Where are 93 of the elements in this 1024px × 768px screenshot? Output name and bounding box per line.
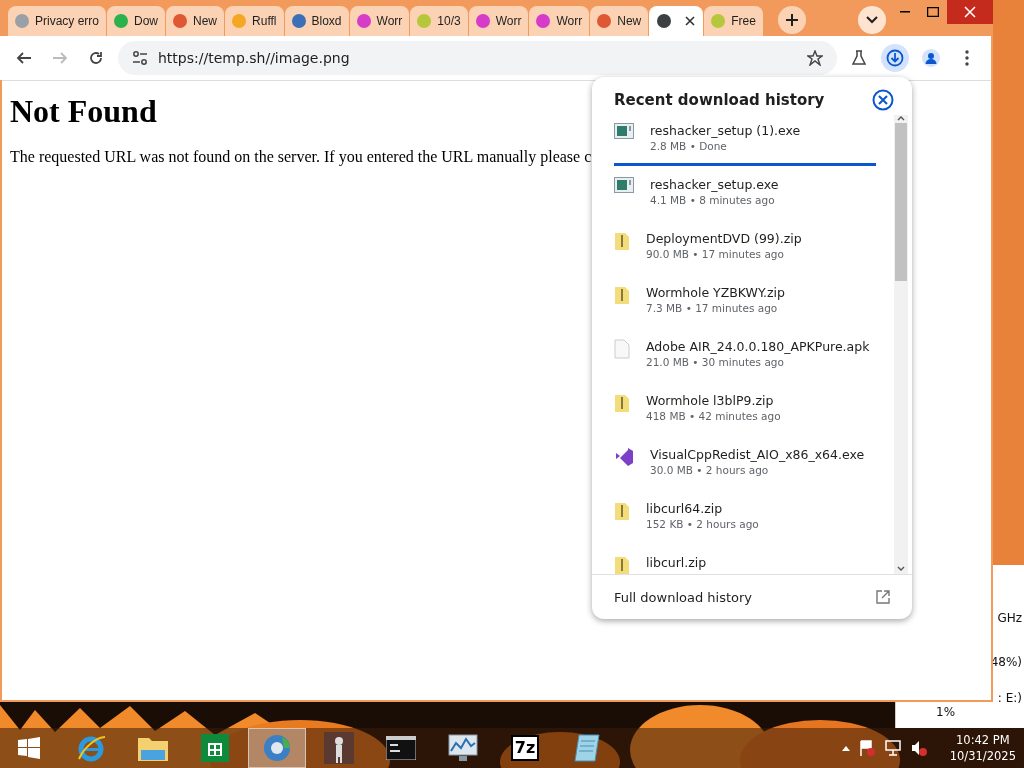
file-details: 21.0 MB • 30 minutes ago <box>646 356 785 368</box>
reload-icon <box>88 50 104 66</box>
file-name: libcurl64.zip <box>646 501 724 516</box>
file-name: reshacker_setup.exe <box>650 177 779 192</box>
maximize-icon <box>927 7 939 17</box>
zipped-folder-icon <box>614 393 630 413</box>
file-details: 418 MB • 42 minutes ago <box>646 410 781 422</box>
site-settings-icon[interactable] <box>132 51 148 65</box>
star-icon[interactable] <box>807 50 823 66</box>
download-item[interactable]: Adobe AIR_24.0.0.180_APKPure.apk 21.0 MB • 30 minutes ago <box>614 335 894 389</box>
text: 48%) <box>990 655 1023 669</box>
browser-tab[interactable] <box>649 6 704 36</box>
browser-tab[interactable]: Worr <box>529 6 590 36</box>
file-name: Adobe AIR_24.0.0.180_APKPure.apk <box>646 339 870 354</box>
browser-tab[interactable]: New <box>166 6 225 36</box>
network-icon[interactable] <box>883 739 902 757</box>
flask-icon <box>851 50 867 66</box>
browser-tab[interactable]: Privacy erro <box>8 6 106 36</box>
minimize-icon <box>900 11 910 13</box>
text: : E:) <box>997 691 1023 705</box>
download-button[interactable] <box>881 44 909 72</box>
browser-tab[interactable]: Dow <box>107 6 166 36</box>
close-icon <box>964 6 976 18</box>
download-item[interactable]: Wormhole l3blP9.zip 418 MB • 42 minutes ago <box>614 389 894 443</box>
file-details: 152 KB • 2 hours ago <box>646 518 759 530</box>
text: GHz <box>997 611 1023 625</box>
close-icon[interactable] <box>872 89 894 111</box>
url-text: https://temp.sh//image.png <box>158 50 351 66</box>
caret-up-icon[interactable] <box>841 745 850 751</box>
clock[interactable]: 10:42 PM 10/31/2025 <box>949 732 1016 764</box>
zipped-folder-icon <box>614 501 630 521</box>
download-item[interactable]: DeploymentDVD (99).zip 90.0 MB • 17 minutes ago <box>614 227 894 281</box>
browser-tab[interactable]: Free <box>704 6 763 36</box>
text: 1% <box>936 705 957 719</box>
figure-image-icon <box>324 732 354 764</box>
chart-monitor-icon <box>447 733 479 763</box>
zipped-folder-icon <box>614 555 630 574</box>
flag-error-icon[interactable] <box>857 739 876 757</box>
menu-icon <box>965 50 969 66</box>
browser-tab[interactable]: New <box>590 6 649 36</box>
chevron-down-icon <box>865 16 878 24</box>
tab-search-button[interactable] <box>857 6 886 34</box>
browser-tab[interactable]: Bloxd <box>284 6 349 36</box>
file-details: 2.8 MB • Done <box>650 140 728 152</box>
file-name: libcurl.zip <box>646 555 707 570</box>
browser-tab[interactable]: Worr <box>349 6 410 36</box>
file-details: 4.1 MB • 8 minutes ago <box>650 194 776 206</box>
shopping-bag-icon <box>201 734 229 762</box>
person-icon <box>922 49 940 67</box>
download-icon <box>886 49 904 67</box>
file-name: Wormhole YZBKWY.zip <box>646 285 785 300</box>
file-details: 7.3 MB • 17 minutes ago <box>646 302 779 314</box>
panel-title: Recent download history <box>614 91 825 109</box>
file-name: Wormhole l3blP9.zip <box>646 393 775 408</box>
close-icon[interactable] <box>685 16 696 26</box>
browser-tab[interactable]: Worr <box>468 6 529 36</box>
back-arrow-icon <box>16 50 32 66</box>
terminal-icon <box>386 736 416 760</box>
download-item[interactable]: reshacker_setup.exe 4.1 MB • 8 minutes ago <box>614 173 894 227</box>
seven-zip-logo: 7z <box>510 735 540 761</box>
full-history-link[interactable]: Full download history <box>592 574 912 619</box>
browser-e-icon <box>76 733 106 763</box>
download-item[interactable]: libcurl.zip <box>614 551 894 574</box>
scroll-thumb[interactable] <box>895 123 907 281</box>
volume-muted-icon[interactable] <box>909 739 928 757</box>
download-item[interactable]: Wormhole YZBKWY.zip 7.3 MB • 17 minutes ago <box>614 281 894 335</box>
program-window-icon <box>614 123 634 139</box>
zipped-folder-icon <box>614 285 630 305</box>
file-name: reshacker_setup (1).exe <box>650 123 801 138</box>
open-external-icon <box>876 590 890 604</box>
blank-file-icon <box>614 339 630 359</box>
windows-logo-icon <box>18 737 40 759</box>
file-name: VisualCppRedist_AIO_x86_x64.exe <box>650 447 865 462</box>
file-details: 90.0 MB • 17 minutes ago <box>646 248 785 260</box>
forward-arrow-icon <box>52 50 68 66</box>
new-tab-button[interactable] <box>777 6 806 34</box>
plus-icon <box>784 13 799 27</box>
globe-app-icon <box>262 733 292 763</box>
download-item[interactable]: libcurl64.zip 152 KB • 2 hours ago <box>614 497 894 551</box>
browser-tab[interactable]: Ruffl <box>225 6 284 36</box>
page-heading: Not Found <box>10 93 157 130</box>
zipped-folder-icon <box>614 231 630 251</box>
download-item[interactable]: VisualCppRedist_AIO_x86_x64.exe 30.0 MB • 2 hours ago <box>614 443 894 497</box>
program-window-icon <box>614 177 634 193</box>
file-details: 30.0 MB • 2 hours ago <box>650 464 770 476</box>
download-item[interactable]: reshacker_setup (1).exe 2.8 MB • Done <box>614 119 894 173</box>
scroll-down-icon[interactable] <box>897 566 905 572</box>
taskbar-button[interactable]: 7z <box>496 728 554 768</box>
scroll-up-icon[interactable] <box>897 115 905 121</box>
error-message: The requested URL was not found on the server. If you entered the URL manually please c <box>10 148 592 166</box>
browser-tab[interactable]: 10/3 <box>410 6 468 36</box>
address-bar[interactable]: https://temp.sh//image.png <box>118 41 837 75</box>
file-name: DeploymentDVD (99).zip <box>646 231 802 246</box>
